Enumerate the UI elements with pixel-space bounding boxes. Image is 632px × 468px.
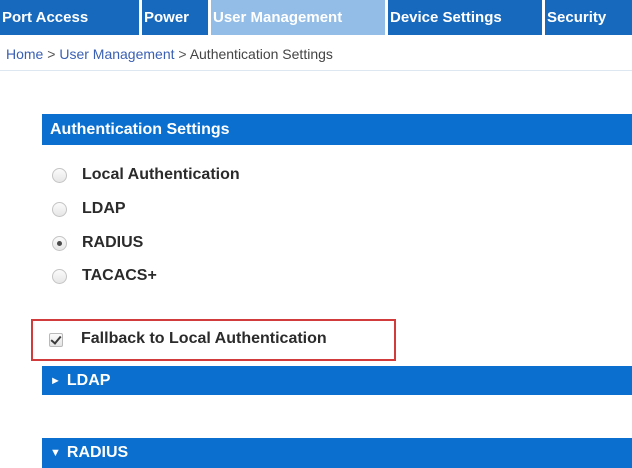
tab-security[interactable]: Security <box>545 0 632 35</box>
breadcrumb-home-link[interactable]: Home <box>6 46 43 62</box>
radio-button-local-authentication[interactable] <box>52 168 67 183</box>
breadcrumb: Home > User Management > Authentication … <box>0 38 632 71</box>
breadcrumb-separator: > <box>174 46 190 62</box>
breadcrumb-separator: > <box>43 46 60 62</box>
fallback-label: Fallback to Local Authentication <box>81 330 327 347</box>
fallback-checkbox[interactable] <box>49 333 63 347</box>
tab-port-access[interactable]: Port Access <box>0 0 139 35</box>
radius-section-header[interactable]: ▼ RADIUS <box>42 438 632 468</box>
ldap-section-header[interactable]: ► LDAP <box>42 366 632 395</box>
radio-button-tacacs[interactable] <box>52 269 67 284</box>
breadcrumb-current: Authentication Settings <box>189 46 333 62</box>
breadcrumb-user-management-link[interactable]: User Management <box>59 46 174 62</box>
triangle-right-icon: ► <box>50 375 61 387</box>
radio-button-radius[interactable] <box>52 236 67 251</box>
tab-power[interactable]: Power <box>142 0 208 35</box>
radius-section-label: RADIUS <box>66 444 129 461</box>
authentication-settings-header: Authentication Settings <box>42 114 632 145</box>
breadcrumb-trail: Home > User Management > Authentication … <box>6 46 333 62</box>
top-nav: Port Access Power User Management Device… <box>0 0 632 36</box>
radio-label-radius: RADIUS <box>82 234 144 251</box>
ldap-section-label: LDAP <box>66 372 111 389</box>
triangle-down-icon: ▼ <box>50 447 61 459</box>
tab-user-management[interactable]: User Management <box>211 0 385 35</box>
authentication-settings-title: Authentication Settings <box>50 121 230 138</box>
fallback-highlight-box: Fallback to Local Authentication <box>31 319 396 361</box>
tab-device-settings[interactable]: Device Settings <box>388 0 542 35</box>
radio-label-ldap: LDAP <box>82 200 126 217</box>
radio-label-local-authentication: Local Authentication <box>82 166 240 183</box>
radio-label-tacacs: TACACS+ <box>82 267 157 284</box>
radio-button-ldap[interactable] <box>52 202 67 217</box>
